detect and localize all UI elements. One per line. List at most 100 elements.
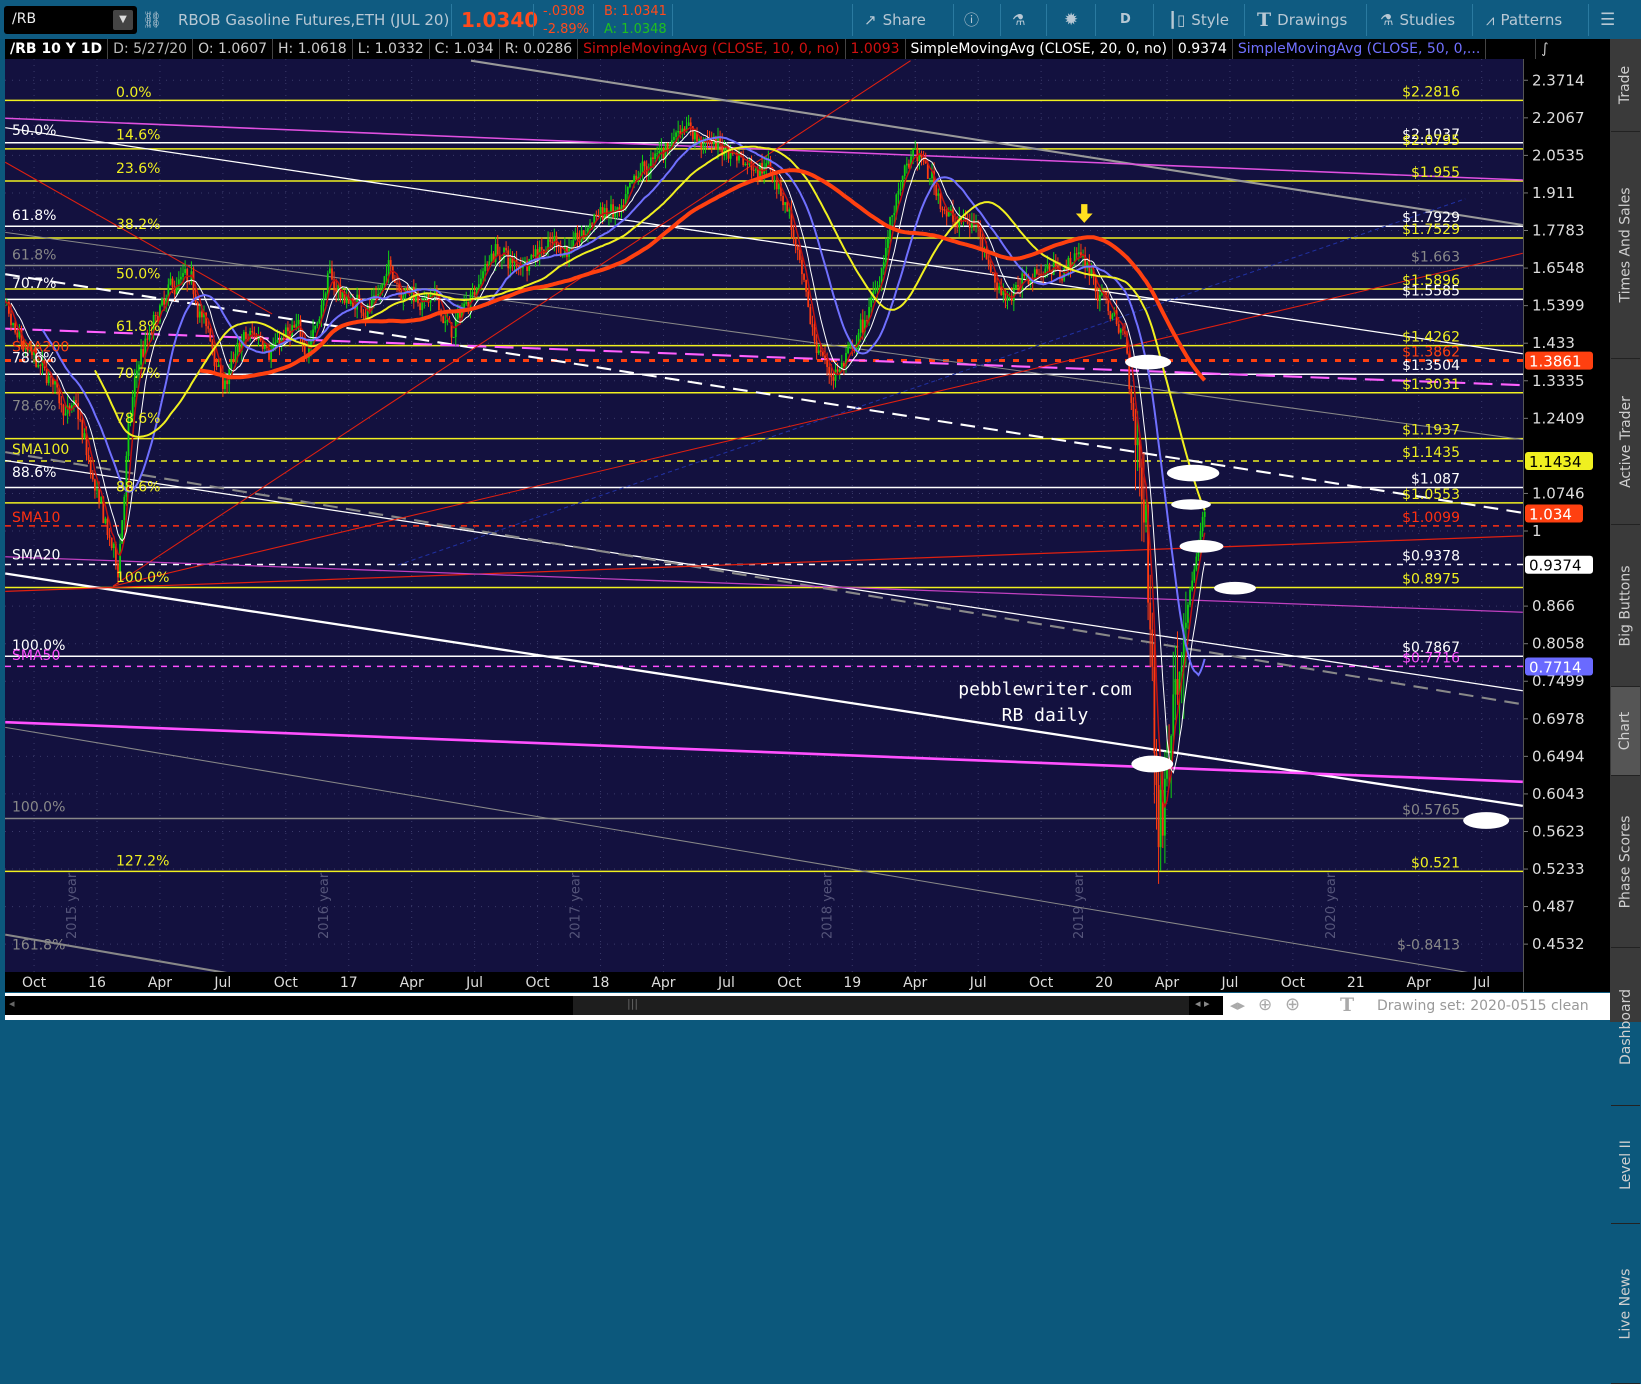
candle[interactable] xyxy=(316,321,319,329)
candle[interactable] xyxy=(1149,574,1152,668)
candle[interactable] xyxy=(649,150,652,179)
candle[interactable] xyxy=(331,260,333,281)
candle[interactable] xyxy=(526,256,528,282)
candle[interactable] xyxy=(517,264,520,276)
link-icon[interactable]: ⛓ xyxy=(142,0,162,39)
settings-button[interactable]: ✹ xyxy=(1064,0,1078,39)
candle[interactable] xyxy=(614,206,617,226)
candle[interactable] xyxy=(142,340,145,358)
candle[interactable] xyxy=(857,329,860,352)
arrow-down-icon[interactable] xyxy=(1075,204,1093,223)
candle[interactable] xyxy=(628,182,631,189)
candle[interactable] xyxy=(941,206,944,218)
candle[interactable] xyxy=(773,175,776,190)
candle[interactable] xyxy=(255,332,258,341)
candle[interactable] xyxy=(1153,644,1156,804)
candle[interactable] xyxy=(744,161,747,167)
candle[interactable] xyxy=(226,377,228,394)
candle[interactable] xyxy=(612,199,615,220)
highlight-ellipse[interactable] xyxy=(1166,464,1220,482)
patterns-button[interactable]: ⩘ Patterns xyxy=(1486,0,1562,39)
candle[interactable] xyxy=(945,207,948,226)
candle[interactable] xyxy=(77,392,80,430)
candle[interactable] xyxy=(358,289,361,299)
candle[interactable] xyxy=(1140,458,1143,542)
candle[interactable] xyxy=(123,494,126,530)
highlight-ellipse[interactable] xyxy=(1179,540,1224,553)
candle[interactable] xyxy=(631,181,633,184)
candle[interactable] xyxy=(89,457,92,479)
candle[interactable] xyxy=(897,182,900,205)
candle[interactable] xyxy=(767,150,770,165)
candle[interactable] xyxy=(209,328,212,343)
candle[interactable] xyxy=(874,280,877,294)
highlight-ellipse[interactable] xyxy=(1171,499,1211,510)
candle[interactable] xyxy=(1040,264,1042,281)
sidebar-tab-big-buttons[interactable]: Big Buttons xyxy=(1611,525,1640,687)
candle[interactable] xyxy=(943,206,946,215)
sma50-label[interactable]: SimpleMovingAvg (CLOSE, 50, 0,... xyxy=(1233,39,1487,59)
candle[interactable] xyxy=(62,403,65,426)
sidebar-tab-phase-scores[interactable]: Phase Scores xyxy=(1611,776,1640,948)
candle[interactable] xyxy=(1119,327,1122,340)
candle[interactable] xyxy=(1130,385,1133,410)
candle[interactable] xyxy=(847,341,849,355)
candle[interactable] xyxy=(903,164,906,180)
candle[interactable] xyxy=(452,336,455,339)
candle[interactable] xyxy=(104,516,107,525)
candle[interactable] xyxy=(727,144,730,163)
candle[interactable] xyxy=(1191,571,1194,592)
pan-icon[interactable]: ◂▸ xyxy=(1230,996,1245,1014)
candle[interactable] xyxy=(1088,254,1091,286)
candle[interactable] xyxy=(442,315,445,324)
candle[interactable] xyxy=(807,288,810,308)
candle[interactable] xyxy=(931,163,933,186)
candle[interactable] xyxy=(918,149,921,170)
candle[interactable] xyxy=(687,114,690,126)
candle[interactable] xyxy=(1201,511,1204,537)
candle[interactable] xyxy=(509,248,512,278)
candle[interactable] xyxy=(811,315,814,336)
candle[interactable] xyxy=(815,334,818,360)
candle[interactable] xyxy=(1128,350,1131,395)
candle[interactable] xyxy=(293,320,296,328)
trendline[interactable] xyxy=(112,252,1523,587)
info-button[interactable]: ⓘ xyxy=(964,0,979,39)
candle[interactable] xyxy=(52,377,54,395)
price-axis[interactable]: 2.3714 2.2067 2.0535 1.911 1.7783 1.6548 1.539… xyxy=(1523,59,1610,992)
symbol-selector[interactable]: /RB ▼ xyxy=(4,6,137,34)
sidebar-tab-level-ii[interactable]: Level II xyxy=(1611,1106,1640,1224)
trendline[interactable] xyxy=(5,720,1523,784)
horizontal-scrollbar[interactable]: ◂ ||| ◂ ▸ xyxy=(5,996,1223,1015)
candle[interactable] xyxy=(891,215,894,227)
zoom-icon[interactable]: ⊕ xyxy=(1285,994,1300,1015)
candle[interactable] xyxy=(196,301,199,325)
candle[interactable] xyxy=(249,327,252,342)
time-axis[interactable]: Oct 16 Apr Jul Oct 17 Apr Jul Oct 18 Apr Jul Oct 19 Ap… xyxy=(5,972,1523,992)
candle[interactable] xyxy=(540,237,543,258)
candle[interactable] xyxy=(792,224,795,244)
candle[interactable] xyxy=(782,192,784,211)
candle[interactable] xyxy=(1195,553,1198,572)
candle[interactable] xyxy=(576,225,579,248)
candle[interactable] xyxy=(1151,612,1154,682)
price-chart[interactable]: 2015 year 2016 year 2017 year 2018 year 2019… xyxy=(5,59,1523,972)
candle[interactable] xyxy=(1082,249,1084,267)
candle[interactable] xyxy=(186,267,189,292)
scroll-left-icon[interactable]: ◂ xyxy=(9,997,15,1010)
sma-line-sma100[interactable] xyxy=(94,145,1206,511)
candle[interactable] xyxy=(620,198,623,219)
highlight-ellipse[interactable] xyxy=(1131,755,1174,773)
highlight-ellipse[interactable] xyxy=(1463,812,1510,829)
candle[interactable] xyxy=(784,201,787,214)
sidebar-tab-active-trader[interactable]: Active Trader xyxy=(1611,359,1640,525)
candle[interactable] xyxy=(377,284,380,298)
candle[interactable] xyxy=(161,297,163,307)
menu-button[interactable]: ☰ xyxy=(1600,0,1615,39)
candle[interactable] xyxy=(937,188,940,204)
candle[interactable] xyxy=(616,206,619,220)
trendline[interactable] xyxy=(5,572,1523,808)
candle[interactable] xyxy=(1193,565,1196,583)
candle[interactable] xyxy=(54,379,56,394)
candle[interactable] xyxy=(7,300,10,317)
